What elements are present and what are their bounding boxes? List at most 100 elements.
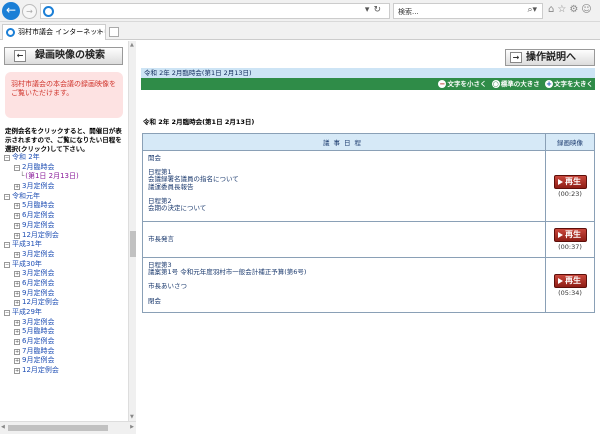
expand-icon[interactable]: + bbox=[14, 232, 20, 239]
expand-icon[interactable]: + bbox=[14, 251, 20, 258]
video-column-header: 録画映像 bbox=[545, 133, 595, 151]
tree-item[interactable]: +5月臨時会 bbox=[4, 201, 124, 211]
tree-item[interactable]: +7月臨時会 bbox=[4, 347, 124, 357]
play-button[interactable]: 再生 bbox=[553, 174, 587, 189]
tree-item[interactable]: +6月定例会 bbox=[4, 337, 124, 347]
scroll-up-icon[interactable]: ▲ bbox=[130, 42, 134, 48]
tree-item-label[interactable]: 平成30年 bbox=[12, 260, 42, 268]
collapse-icon[interactable]: − bbox=[4, 242, 10, 249]
expand-icon[interactable]: + bbox=[14, 368, 20, 375]
back-button[interactable]: ← bbox=[2, 2, 20, 20]
refresh-icon[interactable]: ↻ bbox=[373, 5, 385, 15]
tree-item-label[interactable]: 3月定例会 bbox=[22, 318, 54, 326]
collapse-icon[interactable]: − bbox=[4, 310, 10, 316]
tree-item-label[interactable]: 9月定例会 bbox=[22, 289, 54, 297]
address-bar[interactable]: ▾↻ bbox=[40, 3, 390, 19]
expand-icon[interactable]: + bbox=[14, 319, 20, 326]
tree-item[interactable]: +9月定例会 bbox=[4, 221, 124, 231]
tree-item[interactable]: − 令和 2年 bbox=[4, 153, 124, 163]
tree-item-label[interactable]: 3月定例会 bbox=[22, 182, 54, 190]
scroll-thumb[interactable] bbox=[130, 231, 136, 257]
tree-item[interactable]: +6月定例会 bbox=[4, 279, 124, 289]
tree-item[interactable]: +12月定例会 bbox=[4, 366, 124, 376]
tree-item[interactable]: +12月定例会 bbox=[4, 298, 124, 308]
text-smaller-button[interactable]: − 文字を小さく bbox=[438, 79, 486, 89]
expand-icon[interactable]: + bbox=[14, 300, 20, 307]
tree-item[interactable]: +3月定例会 bbox=[4, 250, 124, 260]
forward-button[interactable]: → bbox=[22, 4, 37, 19]
tree-item[interactable]: −2月臨時会 bbox=[4, 163, 124, 173]
tree-item[interactable]: − 平成29年 bbox=[4, 308, 124, 318]
collapse-icon[interactable]: − bbox=[4, 193, 10, 200]
sidebar-horizontal-scrollbar[interactable]: ◀ ▶ bbox=[0, 421, 136, 434]
tree-item-label[interactable]: 5月臨時会 bbox=[22, 327, 54, 335]
scroll-right-icon[interactable]: ▶ bbox=[130, 424, 134, 430]
tree-item-label[interactable]: 6月定例会 bbox=[22, 337, 54, 345]
home-icon[interactable]: ⌂ bbox=[548, 4, 557, 15]
text-normal-button[interactable]: ○ 標準の大きさ bbox=[491, 79, 540, 89]
tree-item-label[interactable]: 平成29年 bbox=[12, 308, 42, 316]
tree-item-label[interactable]: 12月定例会 bbox=[22, 231, 59, 239]
tree-item[interactable]: +9月定例会 bbox=[4, 356, 124, 366]
search-video-button[interactable]: ← 録画映像の検索 bbox=[4, 47, 123, 65]
collapse-icon[interactable]: − bbox=[14, 164, 20, 171]
tree-item-label[interactable]: 6月定例会 bbox=[22, 211, 54, 219]
tree-item[interactable]: +5月臨時会 bbox=[4, 327, 124, 337]
tree-item[interactable]: +3月定例会 bbox=[4, 182, 124, 192]
expand-icon[interactable]: + bbox=[14, 203, 20, 210]
new-tab-button[interactable] bbox=[109, 27, 119, 37]
tree-item-label[interactable]: 9月定例会 bbox=[22, 356, 54, 364]
arrow-left-icon: ← bbox=[5, 3, 17, 17]
tree-item-label[interactable]: 令和元年 bbox=[12, 192, 40, 200]
tree-item-label[interactable]: 平成31年 bbox=[12, 240, 42, 248]
tree-item[interactable]: └(第1日 2月13日) bbox=[4, 172, 124, 182]
play-button[interactable]: 再生 bbox=[553, 228, 587, 242]
agenda-item: 日程第2 bbox=[148, 196, 172, 205]
tree-item-label[interactable]: 3月定例会 bbox=[22, 250, 54, 258]
browser-search-input[interactable]: 検索... ⌕▾ bbox=[393, 3, 543, 19]
expand-icon[interactable]: + bbox=[14, 339, 20, 346]
expand-icon[interactable]: + bbox=[14, 280, 20, 287]
tree-item[interactable]: − 令和元年 bbox=[4, 192, 124, 202]
collapse-icon[interactable]: − bbox=[4, 155, 10, 161]
play-button[interactable]: 再生 bbox=[553, 273, 587, 288]
gear-icon[interactable]: ⚙ bbox=[569, 4, 581, 15]
expand-icon[interactable]: + bbox=[14, 213, 20, 220]
sidebar-vertical-scrollbar[interactable]: ▲ ▼ bbox=[128, 41, 136, 421]
collapse-icon[interactable]: − bbox=[4, 261, 10, 268]
tree-item-label[interactable]: 令和 2年 bbox=[12, 153, 40, 161]
scroll-left-icon[interactable]: ◀ bbox=[1, 424, 5, 430]
smiley-icon[interactable]: ☺ bbox=[581, 4, 594, 15]
tree-item[interactable]: − 平成30年 bbox=[4, 260, 124, 270]
expand-icon[interactable]: + bbox=[14, 329, 20, 336]
tree-item-label[interactable]: 2月臨時会 bbox=[22, 163, 54, 171]
expand-icon[interactable]: + bbox=[14, 348, 20, 355]
expand-icon[interactable]: + bbox=[14, 290, 20, 297]
operation-help-button[interactable]: → 操作説明へ bbox=[505, 49, 595, 66]
expand-icon[interactable]: + bbox=[14, 271, 20, 278]
expand-icon[interactable]: + bbox=[14, 358, 20, 365]
tree-item[interactable]: − 平成31年 bbox=[4, 240, 124, 250]
scroll-thumb[interactable] bbox=[8, 425, 108, 431]
expand-icon[interactable]: + bbox=[14, 222, 20, 229]
tree-item[interactable]: +12月定例会 bbox=[4, 231, 124, 241]
scroll-down-icon[interactable]: ▼ bbox=[130, 414, 134, 420]
tree-item[interactable]: +3月定例会 bbox=[4, 269, 124, 279]
tree-item-label[interactable]: 6月定例会 bbox=[22, 279, 54, 287]
tree-item-label[interactable]: (第1日 2月13日) bbox=[25, 172, 79, 180]
tree-item[interactable]: +3月定例会 bbox=[4, 318, 124, 328]
tree-item-label[interactable]: 3月定例会 bbox=[22, 269, 54, 277]
tree-item-label[interactable]: 7月臨時会 bbox=[22, 347, 54, 355]
tree-item[interactable]: +9月定例会 bbox=[4, 289, 124, 299]
tree-item[interactable]: +6月定例会 bbox=[4, 211, 124, 221]
tree-item-label[interactable]: 9月定例会 bbox=[22, 221, 54, 229]
star-icon[interactable]: ☆ bbox=[557, 4, 569, 15]
tree-item-label[interactable]: 12月定例会 bbox=[22, 366, 59, 374]
text-larger-button[interactable]: + 文字を大きく bbox=[545, 79, 593, 89]
expand-icon[interactable]: + bbox=[14, 184, 20, 191]
tree-item-label[interactable]: 5月臨時会 bbox=[22, 201, 54, 209]
browser-tab[interactable]: 羽村市議会 インターネット中継 × bbox=[2, 24, 106, 40]
search-icon[interactable]: ⌕▾ bbox=[527, 5, 537, 15]
tree-item-label[interactable]: 12月定例会 bbox=[22, 298, 59, 306]
close-icon[interactable]: × bbox=[96, 25, 102, 40]
